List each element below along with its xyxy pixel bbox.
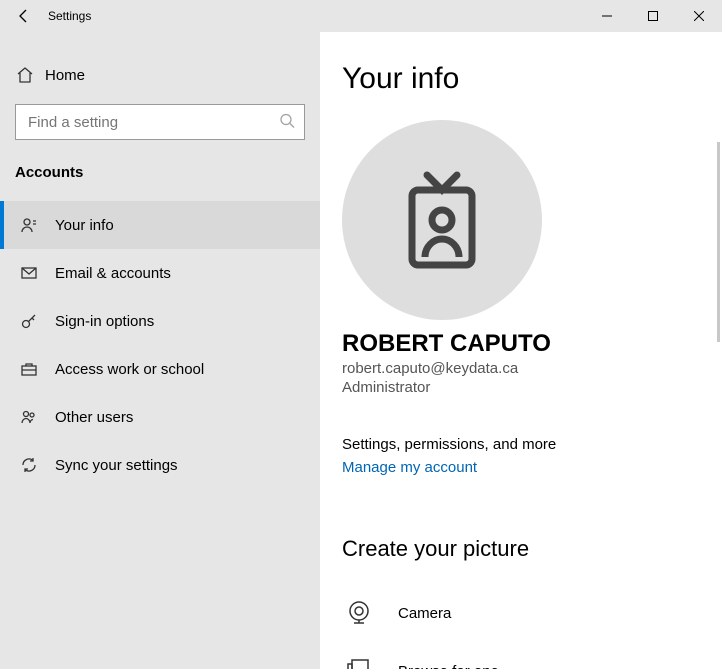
avatar xyxy=(342,120,542,320)
close-button[interactable] xyxy=(676,0,722,32)
browse-icon xyxy=(342,657,376,669)
page-title: Your info xyxy=(342,62,700,96)
home-label: Home xyxy=(45,67,85,84)
sidebar-item-label: Access work or school xyxy=(55,361,204,378)
sidebar-item-label: Sync your settings xyxy=(55,457,178,474)
browse-label: Browse for one xyxy=(398,663,499,669)
briefcase-icon xyxy=(19,360,39,378)
user-role: Administrator xyxy=(342,379,700,396)
search-icon xyxy=(279,113,295,132)
scrollbar[interactable] xyxy=(717,142,720,342)
sidebar-item-email-accounts[interactable]: Email & accounts xyxy=(0,249,320,297)
main-area: Home Accounts Your info Email & accounts xyxy=(0,32,722,669)
close-icon xyxy=(694,11,704,21)
sidebar-item-label: Your info xyxy=(55,217,114,234)
sidebar-category: Accounts xyxy=(0,158,320,201)
user-name: ROBERT CAPUTO xyxy=(342,330,700,358)
sidebar-item-sync-settings[interactable]: Sync your settings xyxy=(0,441,320,489)
minimize-button[interactable] xyxy=(584,0,630,32)
sidebar-item-work-school[interactable]: Access work or school xyxy=(0,345,320,393)
maximize-button[interactable] xyxy=(630,0,676,32)
home-button[interactable]: Home xyxy=(0,56,320,94)
maximize-icon xyxy=(648,11,658,21)
search-input[interactable] xyxy=(15,104,305,140)
sidebar-item-label: Email & accounts xyxy=(55,265,171,282)
mail-icon xyxy=(19,264,39,282)
title-bar: Settings xyxy=(0,0,722,32)
person-icon xyxy=(19,216,39,234)
minimize-icon xyxy=(602,11,612,21)
user-email: robert.caputo@keydata.ca xyxy=(342,360,700,377)
home-icon xyxy=(15,66,35,84)
people-icon xyxy=(19,408,39,426)
camera-option[interactable]: Camera xyxy=(342,584,700,642)
sidebar-item-label: Other users xyxy=(55,409,133,426)
browse-option[interactable]: Browse for one xyxy=(342,642,700,669)
sidebar-item-your-info[interactable]: Your info xyxy=(0,201,320,249)
content-area: Your info ROBERT CAPUTO robert.caputo@ke… xyxy=(320,32,722,669)
permissions-text: Settings, permissions, and more xyxy=(342,436,700,453)
sync-icon xyxy=(19,456,39,474)
sidebar-item-signin-options[interactable]: Sign-in options xyxy=(0,297,320,345)
search-container xyxy=(15,104,305,140)
camera-icon xyxy=(342,598,376,628)
key-icon xyxy=(19,312,39,330)
arrow-left-icon xyxy=(16,8,32,24)
create-picture-heading: Create your picture xyxy=(342,536,700,562)
sidebar-item-other-users[interactable]: Other users xyxy=(0,393,320,441)
badge-icon xyxy=(397,165,487,275)
camera-label: Camera xyxy=(398,605,451,622)
window-title: Settings xyxy=(48,9,91,23)
manage-account-link[interactable]: Manage my account xyxy=(342,459,700,476)
back-button[interactable] xyxy=(0,8,48,24)
sidebar-item-label: Sign-in options xyxy=(55,313,154,330)
sidebar: Home Accounts Your info Email & accounts xyxy=(0,32,320,669)
